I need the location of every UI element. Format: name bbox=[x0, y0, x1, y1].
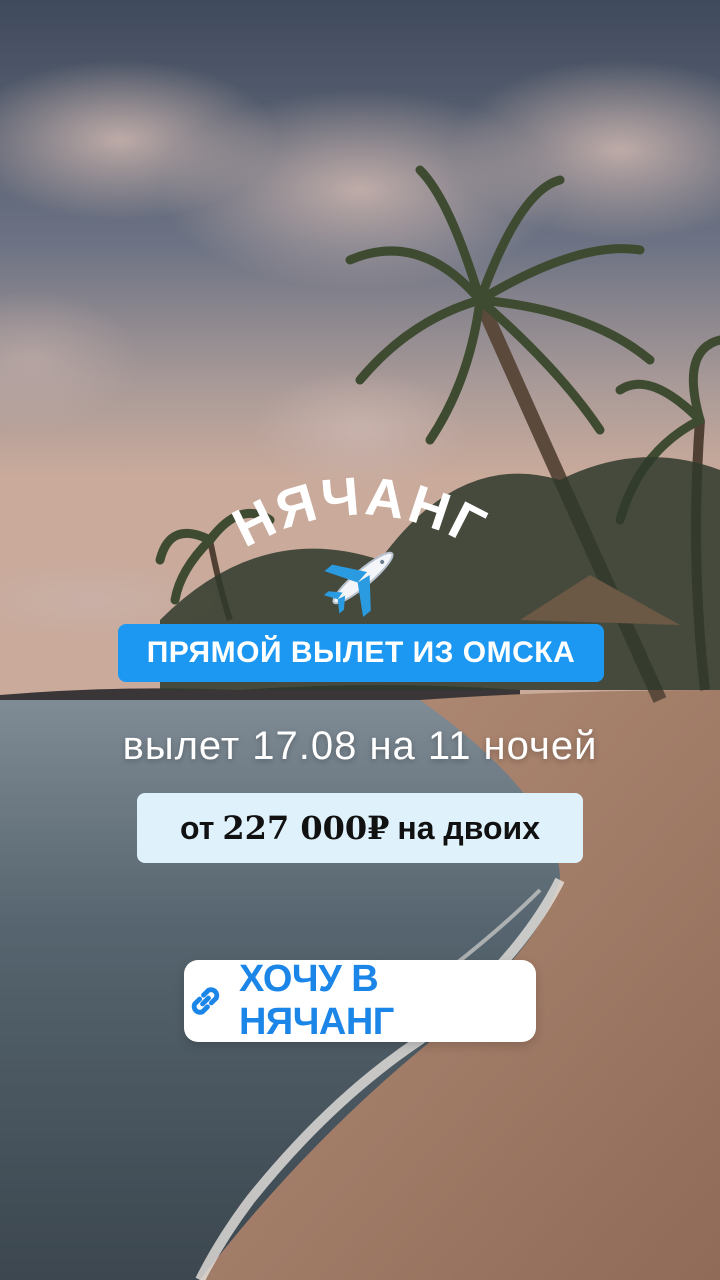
want-nhatrang-link-button[interactable]: ХОЧУ В НЯЧАНГ bbox=[184, 958, 536, 1043]
cta-label: ХОЧУ В НЯЧАНГ bbox=[238, 958, 394, 1043]
price-banner: от 227 000₽ на двоих bbox=[137, 793, 583, 863]
price-amount: 227 000₽ bbox=[222, 809, 390, 847]
departure-info: вылет 17.08 на 11 ночей bbox=[122, 724, 598, 768]
price-prefix: от bbox=[179, 809, 215, 846]
link-icon bbox=[191, 987, 220, 1015]
price-suffix: на двоих bbox=[397, 809, 540, 846]
airplane-icon bbox=[318, 538, 408, 618]
direct-flight-badge: ПРЯМОЙ ВЫЛЕТ ИЗ ОМСКА bbox=[118, 624, 604, 682]
